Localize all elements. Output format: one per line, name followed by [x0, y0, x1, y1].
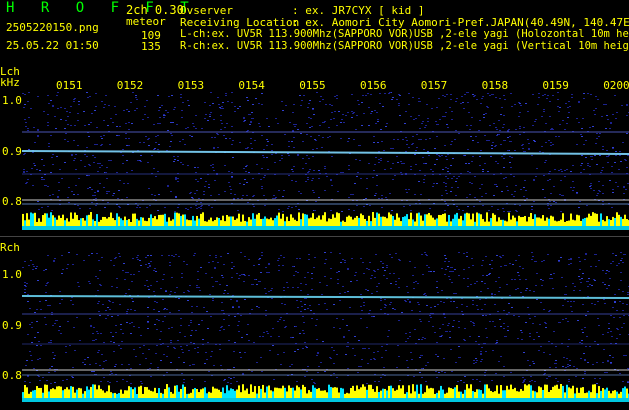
count-rch: 135: [141, 40, 161, 53]
mode-label: meteor: [126, 15, 166, 28]
time-tick: 0158: [481, 79, 509, 92]
rch-description: R-ch:ex. UV5R 113.900Mhz(SAPPORO VOR)USB…: [180, 40, 629, 52]
time-tick: 0155: [299, 79, 326, 92]
time-tick: 0200: [603, 79, 629, 92]
time-tick: 0151: [56, 79, 83, 92]
lch-ytick-1-0: 1.0: [2, 94, 22, 107]
lch-unit: kHz: [0, 76, 20, 89]
date-time: 25.05.22 01:50: [6, 39, 99, 52]
spectrogram-background: [22, 92, 629, 232]
file-name: 2505220150.png: [6, 21, 99, 34]
lch-description: L-ch:ex. UV5R 113.900Mhz(SAPPORO VOR)USB…: [180, 28, 629, 40]
lch-spectrogram-canvas: [22, 92, 629, 232]
rch-ytick-0-9: 0.9: [2, 319, 22, 332]
lch-ytick-0-9: 0.9: [2, 145, 22, 158]
rch-ytick-1-0: 1.0: [2, 268, 22, 281]
time-tick: 0154: [238, 79, 265, 92]
rch-label: Rch: [0, 241, 20, 254]
rch-spectrogram-canvas: [22, 252, 629, 404]
spectrogram-background: [22, 252, 629, 404]
time-tick: 0153: [177, 79, 205, 92]
lch-spectrogram: [22, 92, 629, 232]
channel-divider: [0, 236, 629, 237]
time-tick: 0157: [420, 79, 448, 92]
time-tick: 0152: [116, 79, 144, 92]
rch-ytick-0-8: 0.8: [2, 369, 22, 382]
rch-spectrogram: [22, 252, 629, 404]
time-tick: 0156: [360, 79, 387, 92]
time-tick: 0159: [542, 79, 569, 92]
lch-ytick-0-8: 0.8: [2, 195, 22, 208]
